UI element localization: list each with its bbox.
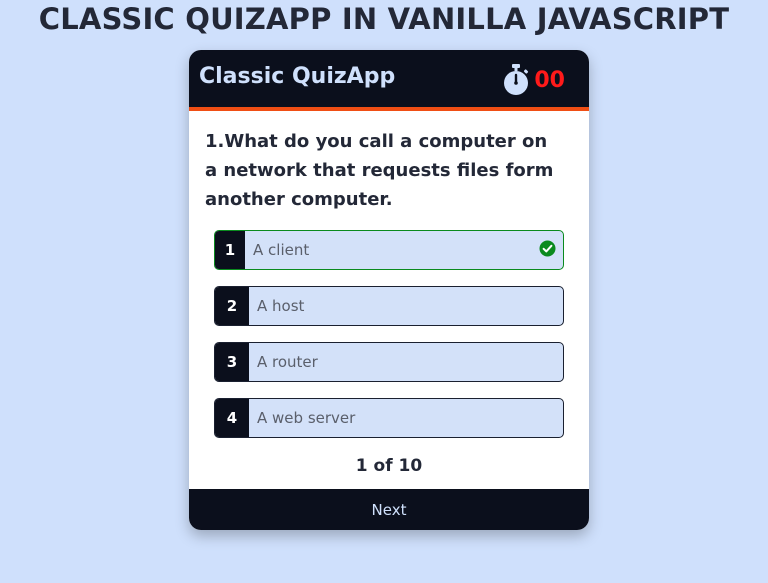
option-number: 1 [215,231,245,269]
option-text: A router [257,353,318,371]
timer: 00 [502,64,565,96]
page-title: CLASSIC QUIZAPP IN VANILLA JAVASCRIPT [38,2,730,36]
option-3[interactable]: 3 A router [214,342,564,382]
stopwatch-icon [502,64,530,96]
question-text: 1.What do you call a computer on a netwo… [205,131,554,210]
next-button[interactable]: Next [189,489,589,530]
option-number: 3 [215,343,249,381]
timer-value: 00 [534,67,565,93]
question-counter: 1 of 10 [355,456,423,476]
option-text: A host [257,297,305,315]
option-4[interactable]: 4 A web server [214,398,564,438]
options-list: 1 A client 2 A host 3 A router 4 A web s… [214,230,564,454]
app-name: Classic QuizApp [199,64,396,89]
option-1[interactable]: 1 A client [214,230,564,270]
option-text: A web server [257,409,356,427]
option-2[interactable]: 2 A host [214,286,564,326]
option-number: 2 [215,287,249,325]
option-text: A client [253,241,310,259]
option-number: 4 [215,399,249,437]
quiz-header: Classic QuizApp 00 [189,50,589,111]
quiz-card: Classic QuizApp 00 1.What do you call a … [189,50,589,530]
check-circle-icon [539,240,556,261]
